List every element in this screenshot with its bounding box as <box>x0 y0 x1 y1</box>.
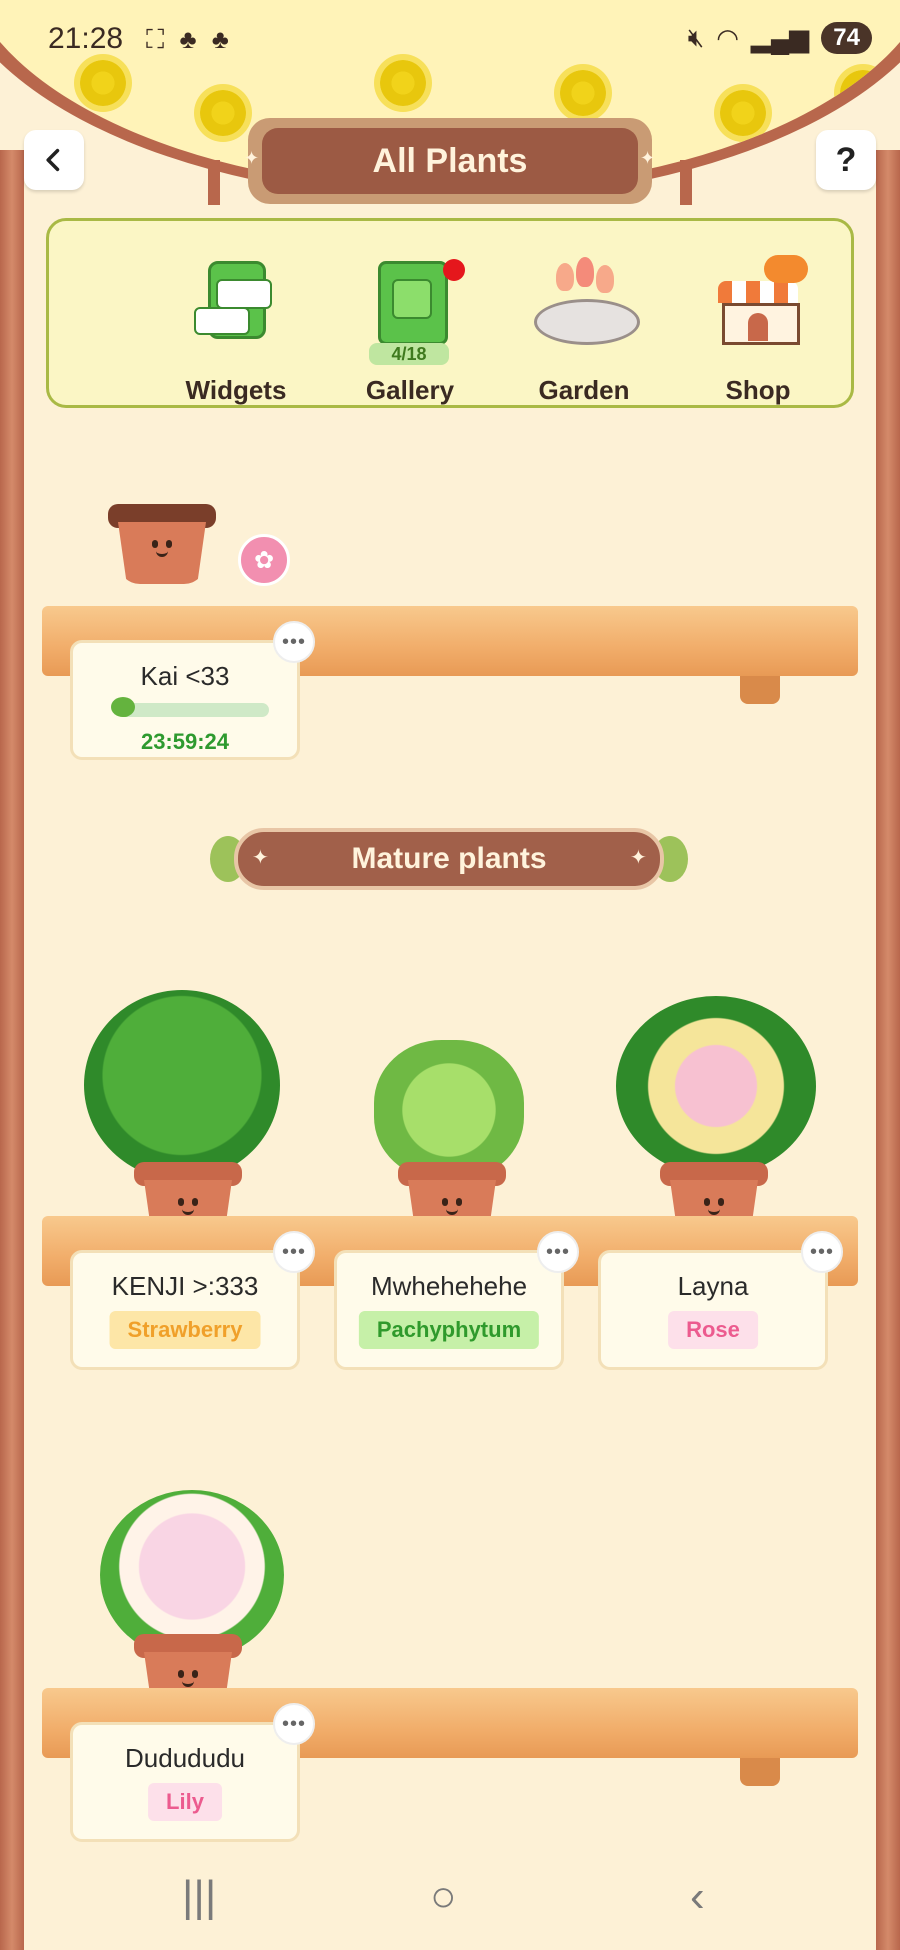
battery-indicator: 74 <box>821 22 872 54</box>
more-options-button[interactable]: ••• <box>273 621 315 663</box>
sparkle-icon: ✦ <box>244 148 260 168</box>
recents-button[interactable]: ||| <box>182 1872 216 1922</box>
strawberry-plant <box>84 990 280 1180</box>
screenshot-icon: ⛶ <box>146 24 169 54</box>
back-nav-button[interactable]: ‹ <box>690 1872 705 1922</box>
page-title: All Plants <box>262 128 638 194</box>
signal-icon: ▂▄▆ <box>750 22 810 53</box>
help-button[interactable]: ? <box>816 130 876 190</box>
plant-name: Kai <33 <box>140 661 230 691</box>
sparkle-icon: ✦ <box>640 148 656 168</box>
status-bar: 21:28 ⛶ ♣ ♣ 🔇︎ ◠ ▂▄▆ 74 <box>0 0 900 84</box>
page-title-banner: All Plants <box>248 118 652 204</box>
nav-shop[interactable]: Shop <box>683 241 833 405</box>
flower-decoration <box>200 90 246 136</box>
plant-card[interactable]: KENJI >:333 Strawberry ••• <box>70 1231 315 1370</box>
more-options-button[interactable]: ••• <box>273 1703 315 1745</box>
nav-label: Gallery <box>365 375 455 405</box>
frame-left <box>0 150 24 1950</box>
rose-plant <box>616 996 816 1176</box>
growth-timer: 23:59:24 <box>140 729 230 754</box>
flower-badge-icon: ✿ <box>238 534 290 586</box>
shop-icon <box>708 255 808 355</box>
nav-gallery[interactable]: 4/18 Gallery <box>335 241 485 405</box>
status-left-icons: ⛶ ♣ ♣ <box>146 24 233 56</box>
nav-label: Widgets <box>185 375 287 405</box>
frame-right <box>876 150 900 1950</box>
species-tag: Strawberry <box>109 1311 261 1349</box>
system-nav-bar: ||| ○ ‹ <box>0 1850 900 1950</box>
plant-card[interactable]: Kai <33 23:59:24 ••• <box>70 621 315 760</box>
pachyphytum-plant <box>374 1040 524 1180</box>
plant-card[interactable]: Mwhehehehe Pachyphytum ••• <box>334 1231 579 1370</box>
sparkle-icon: ✦ <box>630 847 647 869</box>
nav-label: Shop <box>725 375 791 405</box>
growth-progress <box>119 703 269 717</box>
tree-icon: ♣ <box>179 24 201 54</box>
mute-icon: 🔇︎ <box>687 22 705 52</box>
species-tag: Lily <box>148 1783 222 1821</box>
garden-icon <box>534 255 640 355</box>
wifi-icon: ◠ <box>716 22 739 53</box>
plant-name: KENJI >:333 <box>111 1271 259 1301</box>
tree-icon: ♣ <box>211 24 233 54</box>
plant-name: Layna <box>677 1271 749 1301</box>
help-label: ? <box>835 140 857 179</box>
plant-name: Mwhehehehe <box>370 1271 528 1301</box>
back-button[interactable] <box>24 130 84 190</box>
seed-icon <box>111 697 135 717</box>
species-tag: Rose <box>668 1311 758 1349</box>
more-options-button[interactable]: ••• <box>537 1231 579 1273</box>
nav-label: Garden <box>538 375 630 405</box>
chevron-left-icon <box>46 148 60 172</box>
nav-widgets[interactable]: Widgets <box>161 241 311 405</box>
species-tag: Pachyphytum <box>358 1311 540 1349</box>
plant-card[interactable]: Layna Rose ••• <box>598 1231 843 1370</box>
widgets-icon <box>186 255 286 355</box>
plant-card[interactable]: Dudududu Lily ••• <box>70 1703 315 1842</box>
notification-dot <box>443 259 465 281</box>
home-button[interactable]: ○ <box>430 1872 457 1922</box>
status-time: 21:28 <box>48 22 124 55</box>
gallery-count: 4/18 <box>369 343 449 365</box>
flower-decoration <box>720 90 766 136</box>
nav-garden[interactable]: Garden <box>509 241 659 405</box>
growing-plant-pot[interactable] <box>108 504 216 584</box>
plant-name: Dudududu <box>125 1743 245 1773</box>
sparkle-icon: ✦ <box>252 847 269 869</box>
section-heading: Mature plants <box>234 828 664 890</box>
nav-panel: Widgets 4/18 Gallery Garden Shop <box>46 218 854 408</box>
more-options-button[interactable]: ••• <box>801 1231 843 1273</box>
more-options-button[interactable]: ••• <box>273 1231 315 1273</box>
